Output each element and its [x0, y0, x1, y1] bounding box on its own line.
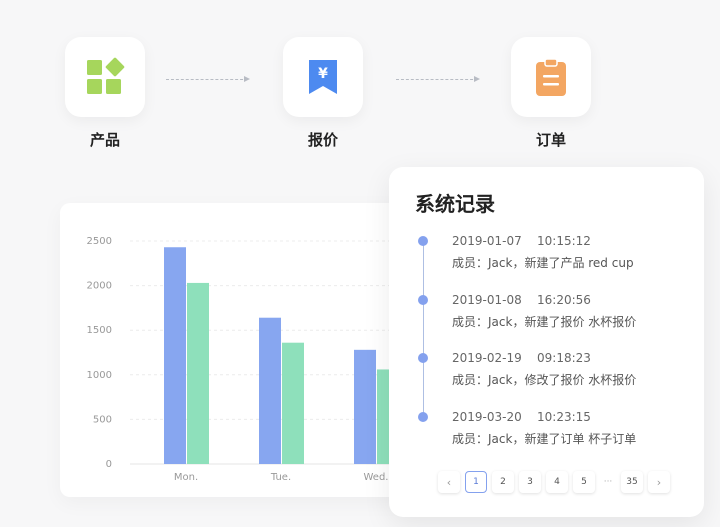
workflow-step-quote[interactable]: ¥ 报价 — [283, 37, 363, 150]
flow-arrow-icon — [166, 76, 250, 82]
page-button-2[interactable]: 2 — [492, 471, 514, 493]
system-log-card: 系统记录 2019-01-07 10:15:12 成员：Jack，新建了产品 r… — [389, 167, 704, 517]
timeline-dot-icon — [418, 412, 428, 422]
log-timestamp: 2019-01-07 10:15:12 — [452, 234, 591, 248]
timeline-dot-icon — [418, 295, 428, 305]
bar-series-1 — [354, 349, 376, 464]
page-button-3[interactable]: 3 — [519, 471, 541, 493]
log-date: 2019-01-07 — [452, 234, 522, 248]
clipboard-icon — [536, 58, 566, 96]
step-label-product: 产品 — [89, 131, 120, 149]
bar-chart: 0 500 1000 1500 2000 2500 Mon. Tue. Wed. — [87, 236, 440, 483]
x-tick-label: Tue. — [270, 472, 291, 483]
log-text: 成员：Jack，新建了产品 red cup — [452, 256, 634, 270]
log-time: 10:23:15 — [537, 410, 591, 424]
workflow-step-order[interactable]: 订单 — [511, 37, 591, 150]
log-date: 2019-01-08 — [452, 293, 522, 307]
timeline-dot-icon — [418, 236, 428, 246]
y-tick-label: 0 — [106, 459, 112, 470]
bar-series-2 — [282, 342, 304, 464]
timeline-line — [423, 242, 424, 418]
flow-arrow-icon — [396, 76, 480, 82]
log-timestamp: 2019-01-08 16:20:56 — [452, 293, 591, 307]
y-tick-label: 1500 — [87, 325, 112, 336]
bar-chart-card: 0 500 1000 1500 2000 2500 Mon. Tue. Wed. — [60, 203, 440, 497]
log-time: 10:15:12 — [537, 234, 591, 248]
page-button-last[interactable]: 35 — [621, 471, 643, 493]
log-text: 成员：Jack，新建了报价 水杯报价 — [452, 315, 637, 329]
page-button-4[interactable]: 4 — [546, 471, 568, 493]
log-text: 成员：Jack，新建了订单 杯子订单 — [452, 432, 637, 446]
timeline-dot-icon — [418, 353, 428, 363]
y-tick-label: 2500 — [87, 236, 112, 247]
order-tile[interactable] — [511, 37, 591, 117]
log-title: 系统记录 — [415, 192, 495, 216]
bar-series-2 — [187, 282, 209, 464]
log-text: 成员：Jack，修改了报价 水杯报价 — [452, 373, 637, 387]
bar-series-1 — [164, 247, 186, 464]
y-tick-label: 500 — [93, 414, 112, 425]
quote-yen-icon: ¥ — [309, 60, 337, 94]
log-date: 2019-03-20 — [452, 410, 522, 424]
log-timestamp: 2019-02-19 09:18:23 — [452, 351, 591, 365]
page-button-5[interactable]: 5 — [573, 471, 595, 493]
workflow-step-product[interactable]: 产品 — [65, 37, 145, 150]
yen-symbol: ¥ — [318, 66, 328, 82]
x-tick-label: Wed. — [364, 472, 389, 483]
log-time: 16:20:56 — [537, 293, 591, 307]
pagination: ‹ 1 2 3 4 5 ··· 35 › — [438, 471, 675, 493]
page-button-1[interactable]: 1 — [465, 471, 487, 493]
y-tick-label: 1000 — [87, 370, 112, 381]
bar-series-1 — [259, 317, 281, 464]
y-tick-label: 2000 — [87, 281, 112, 292]
next-page-button[interactable]: › — [648, 471, 670, 493]
page-ellipsis: ··· — [603, 477, 613, 487]
quote-tile[interactable]: ¥ — [283, 37, 363, 117]
step-label-quote: 报价 — [307, 131, 338, 149]
x-tick-label: Mon. — [174, 472, 198, 483]
step-label-order: 订单 — [535, 131, 566, 149]
prev-page-button[interactable]: ‹ — [438, 471, 460, 493]
log-time: 09:18:23 — [537, 351, 591, 365]
log-date: 2019-02-19 — [452, 351, 522, 365]
product-grid-icon — [87, 57, 125, 94]
log-timestamp: 2019-03-20 10:23:15 — [452, 410, 591, 424]
product-tile[interactable] — [65, 37, 145, 117]
